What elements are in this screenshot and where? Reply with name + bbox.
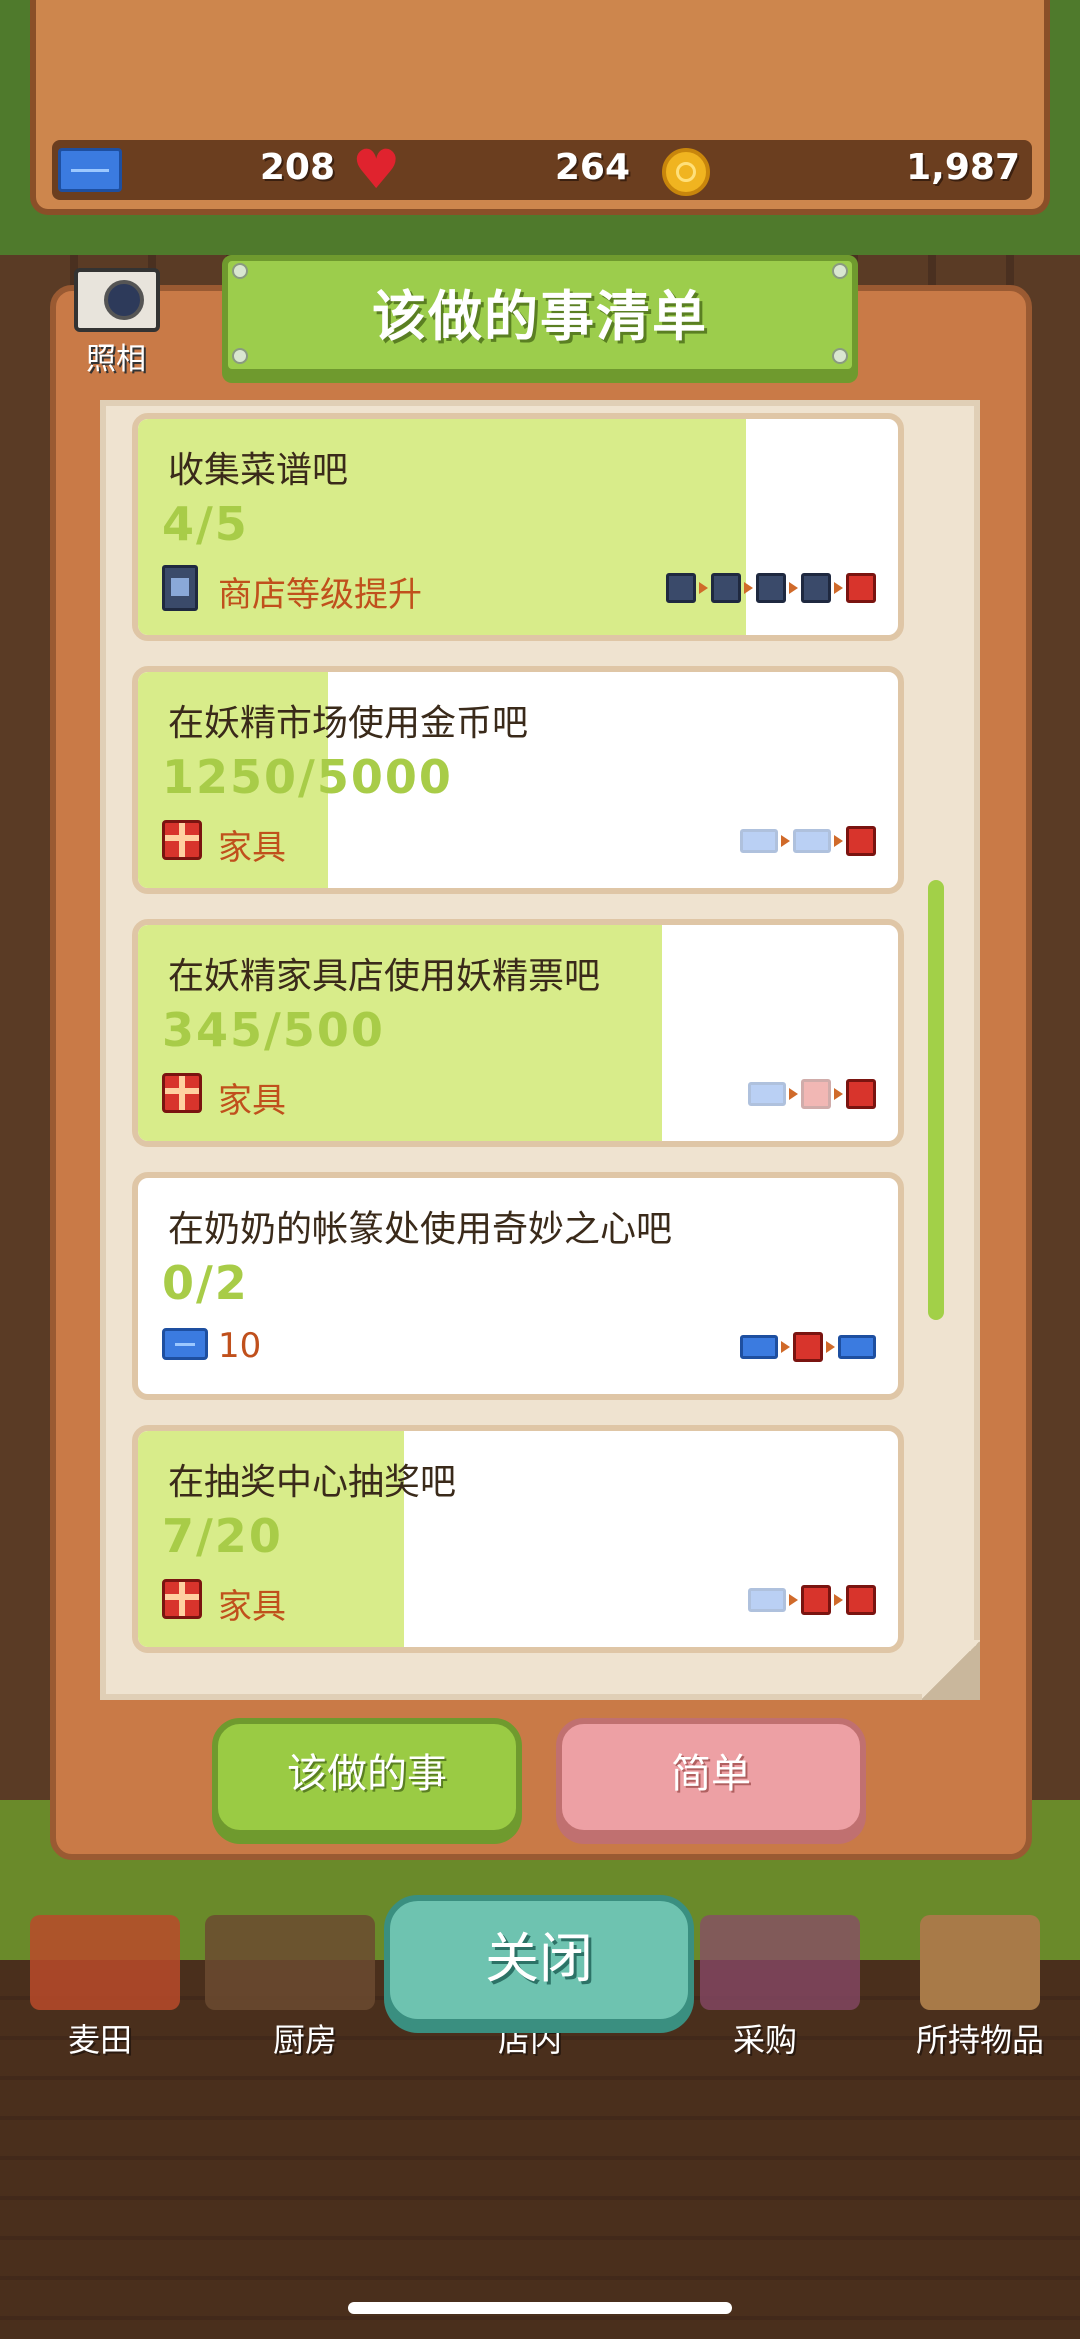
gift-icon — [162, 1579, 202, 1619]
task-card[interactable]: 在奶奶的帐篆处使用奇妙之心吧 0/2 10 — [132, 1172, 904, 1400]
task-card[interactable]: 在妖精家具店使用妖精票吧 345/500 家具 — [132, 919, 904, 1147]
ticket-icon — [793, 829, 831, 853]
gift-icon — [793, 1332, 823, 1362]
nav-wheat-field[interactable]: 麦田 — [30, 2015, 170, 2061]
reward-chain — [666, 573, 876, 603]
task-title: 在奶奶的帐篆处使用奇妙之心吧 — [168, 1209, 673, 1250]
wheat-field-icon — [30, 1915, 180, 2010]
coin-count: 1,987 — [906, 147, 1020, 188]
heart-count: 264 — [554, 147, 630, 188]
coin-icon — [662, 148, 710, 196]
nav-purchase[interactable]: 采购 — [695, 2015, 835, 2061]
camera-icon — [74, 268, 160, 332]
task-reward: 10 — [218, 1326, 262, 1366]
reward-chain — [740, 826, 876, 856]
task-progress: 1250/5000 — [162, 750, 453, 804]
reward-chain — [748, 1079, 876, 1109]
page-title: 该做的事清单 — [372, 285, 708, 348]
ticket-icon — [748, 1588, 786, 1612]
shop-icon — [666, 573, 696, 603]
paper-fold — [922, 1640, 980, 1700]
ticket-icon — [740, 829, 778, 853]
task-reward: 商店等级提升 — [218, 575, 422, 615]
purchase-icon — [700, 1915, 860, 2010]
camera-lens — [104, 280, 144, 320]
ticket-icon — [740, 1335, 778, 1359]
inventory-box-icon — [920, 1915, 1040, 2010]
task-reward: 家具 — [218, 828, 286, 868]
ticket-icon — [162, 1328, 208, 1360]
task-card[interactable]: 收集菜谱吧 4/5 商店等级提升 — [132, 413, 904, 641]
task-progress: 7/20 — [162, 1509, 283, 1563]
list-scrollbar[interactable] — [928, 880, 944, 1320]
gift-icon — [846, 1079, 876, 1109]
task-progress: 4/5 — [162, 497, 249, 551]
ticket-icon — [838, 1335, 876, 1359]
shop-icon — [801, 573, 831, 603]
shop-icon — [756, 573, 786, 603]
gift-icon — [846, 1585, 876, 1615]
close-button[interactable]: 关闭 — [384, 1895, 694, 2025]
task-title: 在抽奖中心抽奖吧 — [168, 1462, 457, 1503]
kitchen-icon — [205, 1915, 375, 2010]
reward-chain — [740, 1332, 876, 1362]
task-title: 在妖精市场使用金币吧 — [168, 703, 529, 744]
home-indicator[interactable] — [348, 2302, 732, 2314]
gift-icon — [801, 1079, 831, 1109]
task-title: 在妖精家具店使用妖精票吧 — [168, 956, 601, 997]
tab-simple[interactable]: 简单 — [556, 1718, 866, 1836]
camera-button[interactable]: 照相 — [66, 268, 166, 378]
gift-icon — [801, 1585, 831, 1615]
nav-kitchen[interactable]: 厨房 — [235, 2015, 375, 2061]
ticket-icon — [58, 148, 122, 192]
gift-icon — [162, 820, 202, 860]
heart-icon: ♥ — [352, 138, 401, 201]
gift-icon — [162, 1073, 202, 1113]
task-reward: 家具 — [218, 1587, 286, 1627]
shop-icon — [711, 573, 741, 603]
task-card[interactable]: 在抽奖中心抽奖吧 7/20 家具 — [132, 1425, 904, 1653]
nav-inventory[interactable]: 所持物品 — [895, 2015, 1065, 2061]
tab-todo[interactable]: 该做的事 — [212, 1718, 522, 1836]
ticket-count: 208 — [259, 147, 335, 188]
task-reward: 家具 — [218, 1081, 286, 1121]
gift-icon — [846, 573, 876, 603]
shop-icon — [162, 565, 198, 611]
task-progress: 345/500 — [162, 1003, 385, 1057]
camera-label: 照相 — [86, 342, 146, 377]
ticket-icon — [748, 1082, 786, 1106]
reward-chain — [748, 1585, 876, 1615]
task-card[interactable]: 在妖精市场使用金币吧 1250/5000 家具 — [132, 666, 904, 894]
gift-icon — [846, 826, 876, 856]
task-progress: 0/2 — [162, 1256, 249, 1310]
task-title: 收集菜谱吧 — [168, 450, 349, 491]
